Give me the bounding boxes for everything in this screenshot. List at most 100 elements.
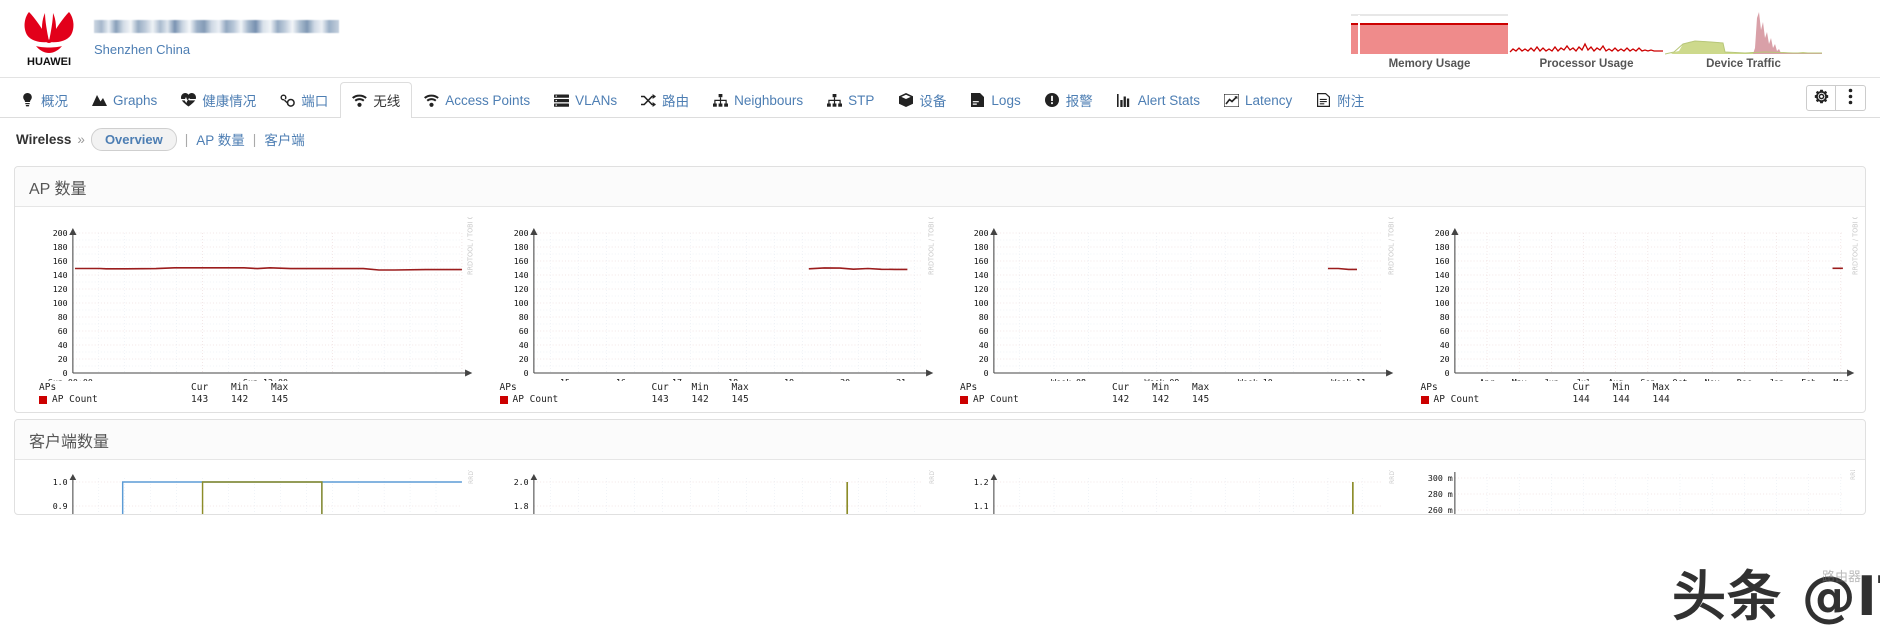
nav-item-neighbours[interactable]: Neighbours xyxy=(701,82,815,117)
nav-item-label: Access Points xyxy=(445,92,531,108)
nav-item-vlans[interactable]: VLANs xyxy=(542,82,629,117)
svg-text:1.8: 1.8 xyxy=(513,501,528,511)
legend-series-row: AP Count 144 144 144 xyxy=(1420,394,1860,406)
svg-text:Jul: Jul xyxy=(1576,377,1591,381)
sparkline-memory-usage[interactable]: Memory Usage xyxy=(1351,8,1508,70)
file-text-icon xyxy=(970,93,985,108)
more-options-button[interactable] xyxy=(1836,84,1866,111)
nav-item-label: 报警 xyxy=(1065,94,1093,109)
area-chart-icon xyxy=(92,93,107,108)
svg-text:Aug: Aug xyxy=(1608,377,1623,381)
nav-item-alert-stats[interactable]: Alert Stats xyxy=(1105,82,1212,117)
nav-item-access-points[interactable]: Access Points xyxy=(412,82,542,117)
settings-button[interactable] xyxy=(1806,84,1836,111)
legend-series-label: AP Count xyxy=(512,394,559,405)
svg-text:200: 200 xyxy=(974,228,989,238)
nav-item-alerts[interactable]: 报警 xyxy=(1033,82,1105,117)
graph-client-count-daily[interactable]: 1.0 0.9 RRDTOOL xyxy=(19,470,480,514)
nav-item-graphs[interactable]: Graphs xyxy=(80,82,169,117)
legend-value-min: 142 xyxy=(1152,394,1170,405)
svg-text:100: 100 xyxy=(53,298,68,308)
nav-item-health[interactable]: 健康情况 xyxy=(169,82,268,117)
graph-legend: APs Cur Min Max AP Count 143 142 145 xyxy=(21,382,478,406)
device-location[interactable]: Shenzhen China xyxy=(94,43,339,57)
nav-item-logs[interactable]: Logs xyxy=(958,82,1032,117)
svg-text:Sep: Sep xyxy=(1640,377,1655,381)
graph-ap-count-monthly[interactable]: 200180160 140120100 806040 200 Week 08We… xyxy=(940,217,1401,406)
nav-item-label: VLANs xyxy=(575,92,618,108)
legend-value-cur: 144 xyxy=(1572,394,1590,405)
svg-text:60: 60 xyxy=(58,326,68,336)
svg-text:0: 0 xyxy=(984,368,989,378)
legend-header-cur: Cur xyxy=(1112,382,1130,393)
sparkline-device-traffic[interactable]: Device Traffic xyxy=(1665,8,1822,70)
graph-ap-count-daily[interactable]: 200180160 140120100 806040 200 Sun 00:00… xyxy=(19,217,480,406)
gear-icon xyxy=(1814,89,1829,107)
nav-item-devices[interactable]: 设备 xyxy=(886,82,958,117)
line-chart-icon xyxy=(1223,93,1239,108)
legend-value-max: 145 xyxy=(731,394,749,405)
legend-header-max: Max xyxy=(1652,382,1670,393)
panel-header: 客户端数量 xyxy=(15,420,1865,460)
legend-value-max: 144 xyxy=(1652,394,1670,405)
rrd-graph: 1.0 0.9 RRDTOOL xyxy=(21,470,478,514)
breadcrumb-pipe: | xyxy=(252,131,257,147)
legend-series-row: AP Count 143 142 145 xyxy=(39,394,478,406)
svg-text:20: 20 xyxy=(840,377,850,381)
svg-text:160: 160 xyxy=(53,256,68,266)
lightbulb-icon xyxy=(20,93,35,108)
huawei-logo: HUAWEI xyxy=(18,10,80,68)
nav-item-wireless[interactable]: 无线 xyxy=(340,82,413,118)
legend-group-label: APs xyxy=(1420,382,1438,393)
sparkline-processor-usage[interactable]: Processor Usage xyxy=(1508,8,1665,70)
breadcrumb-tab-overview[interactable]: Overview xyxy=(90,127,177,151)
graph-ap-count-weekly[interactable]: 200180160 140120100 806040 200 151617 18… xyxy=(480,217,941,406)
svg-text:1.1: 1.1 xyxy=(974,501,989,511)
graph-client-count-yearly[interactable]: 300 m 280 m 260 m RRDTOOL xyxy=(1401,470,1862,514)
watermark-secondary-text: 路由器 xyxy=(1822,569,1862,584)
nav-item-notes[interactable]: 附注 xyxy=(1304,82,1376,117)
svg-text:80: 80 xyxy=(979,312,989,322)
svg-text:17: 17 xyxy=(672,377,682,381)
document-icon xyxy=(1316,93,1331,108)
svg-text:Mar: Mar xyxy=(1833,377,1848,381)
svg-text:180: 180 xyxy=(1434,242,1449,252)
nav-item-label: STP xyxy=(848,92,875,108)
heartbeat-icon xyxy=(181,93,197,108)
legend-color-swatch xyxy=(39,396,47,404)
legend-group-label: APs xyxy=(39,382,57,393)
legend-series-label: AP Count xyxy=(52,394,98,405)
svg-text:Nov: Nov xyxy=(1704,377,1719,381)
nav-item-stp[interactable]: STP xyxy=(815,82,886,117)
graph-client-count-weekly[interactable]: 2.0 1.8 RRDTOOL xyxy=(480,470,941,514)
svg-text:Jun: Jun xyxy=(1543,377,1558,381)
rrd-graph: 200180160 140120100 806040 200 AprMayJun… xyxy=(1403,217,1860,381)
svg-text:20: 20 xyxy=(979,354,989,364)
breadcrumb-tab-clients[interactable]: 客户端 xyxy=(264,129,305,149)
shuffle-icon xyxy=(641,93,657,108)
svg-text:20: 20 xyxy=(518,354,528,364)
nav-right-actions xyxy=(1806,78,1872,117)
svg-text:60: 60 xyxy=(979,326,989,336)
nav-item-label: 无线 xyxy=(373,94,401,109)
svg-text:15: 15 xyxy=(560,377,570,381)
svg-text:40: 40 xyxy=(58,340,68,350)
rrd-graph: 300 m 280 m 260 m RRDTOOL xyxy=(1403,470,1860,514)
breadcrumb-tab-ap-count[interactable]: AP 数量 xyxy=(196,129,245,149)
legend-header-max: Max xyxy=(271,382,289,393)
nav-item-routing[interactable]: 路由 xyxy=(629,82,701,117)
rrd-graph: 1.2 1.1 RRDTOOL xyxy=(942,470,1399,514)
nav-item-latency[interactable]: Latency xyxy=(1212,82,1304,117)
graph-ap-count-yearly[interactable]: 200180160 140120100 806040 200 AprMayJun… xyxy=(1401,217,1862,406)
image-watermark-secondary: 路由器 xyxy=(1822,566,1861,585)
panel-body: 1.0 0.9 RRDTOOL xyxy=(15,460,1865,514)
nav-item-ports[interactable]: 端口 xyxy=(268,82,340,117)
processor-sparkline xyxy=(1508,8,1665,56)
legend-header-min: Min xyxy=(1152,382,1170,393)
exclamation-circle-icon xyxy=(1045,93,1060,108)
nav-item-overview[interactable]: 概况 xyxy=(8,82,80,117)
panel-title: AP 数量 xyxy=(29,180,87,198)
main-navbar: 概况 Graphs 健康情况 端口 无线 Access Points VLANs… xyxy=(0,78,1880,118)
legend-value-max: 145 xyxy=(1192,394,1210,405)
graph-client-count-monthly[interactable]: 1.2 1.1 RRDTOOL xyxy=(940,470,1401,514)
